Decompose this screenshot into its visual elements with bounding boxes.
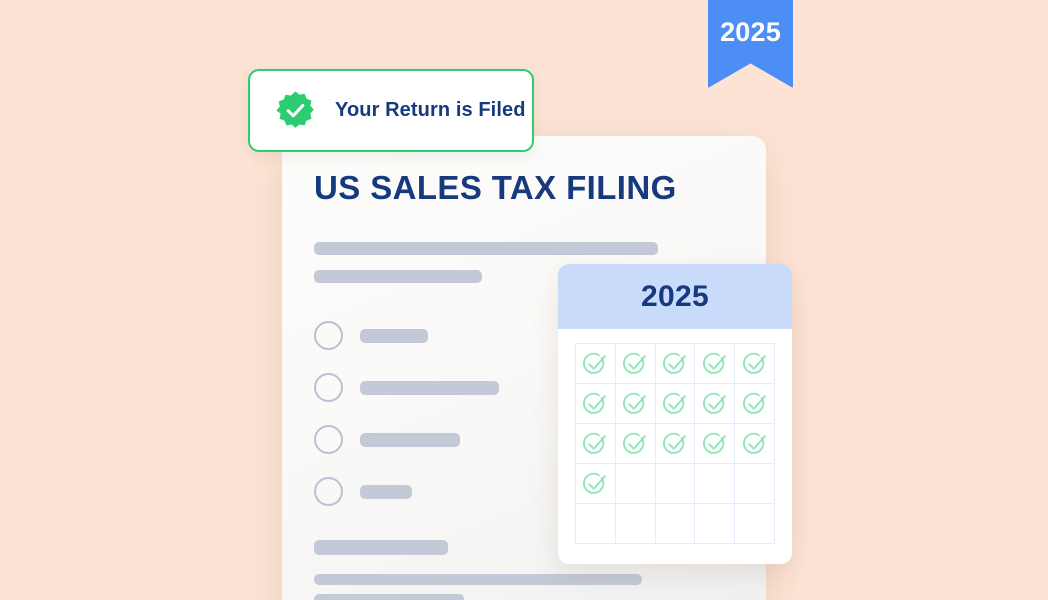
calendar-cell-empty[interactable] <box>615 504 656 544</box>
circle-check-icon <box>583 432 607 454</box>
calendar-cell-empty[interactable] <box>735 464 775 504</box>
calendar-cell-empty[interactable] <box>655 464 696 504</box>
calendar-year-label: 2025 <box>641 279 709 313</box>
circle-check-icon <box>623 432 647 454</box>
circle-check-icon <box>702 432 726 454</box>
calendar-cell-checked[interactable] <box>615 424 656 464</box>
calendar-cell-empty[interactable] <box>615 464 656 504</box>
calendar-cell-empty[interactable] <box>655 504 696 544</box>
placeholder-bar <box>360 484 412 499</box>
calendar-cell-checked[interactable] <box>695 384 736 424</box>
calendar-cell-checked[interactable] <box>735 424 775 464</box>
circle-check-icon <box>702 352 726 374</box>
status-badge: Your Return is Filed <box>248 69 534 152</box>
verified-check-badge-icon <box>276 91 314 128</box>
calendar-cell-checked[interactable] <box>695 344 736 384</box>
calendar-cell-checked[interactable] <box>655 424 696 464</box>
circle-check-icon <box>623 352 647 374</box>
illustration-canvas: US SALES TAX FILING 2025 Your Return is … <box>0 0 1048 600</box>
calendar-grid <box>575 343 775 544</box>
placeholder-bar <box>314 270 482 284</box>
status-badge-label: Your Return is Filed <box>335 99 526 121</box>
calendar-cell-checked[interactable] <box>576 424 616 464</box>
circle-check-icon <box>583 472 607 494</box>
calendar-cell-empty[interactable] <box>576 504 616 544</box>
placeholder-bar <box>314 242 658 256</box>
calendar-cell-checked[interactable] <box>695 424 736 464</box>
circle-check-icon <box>742 352 766 374</box>
calendar-cell-checked[interactable] <box>655 344 696 384</box>
circle-check-icon <box>742 392 766 414</box>
placeholder-bar <box>314 594 464 600</box>
placeholder-bar <box>314 540 448 556</box>
empty-circle-icon[interactable] <box>314 425 343 455</box>
empty-circle-icon[interactable] <box>314 321 343 351</box>
empty-circle-icon[interactable] <box>314 373 343 403</box>
year-ribbon-label: 2025 <box>720 17 781 47</box>
circle-check-icon <box>702 392 726 414</box>
calendar-header: 2025 <box>558 264 792 329</box>
circle-check-icon <box>583 392 607 414</box>
calendar-cell-checked[interactable] <box>615 384 656 424</box>
calendar-cell-checked[interactable] <box>576 464 616 504</box>
empty-circle-icon[interactable] <box>314 477 343 507</box>
circle-check-icon <box>663 392 686 414</box>
calendar-cell-checked[interactable] <box>655 384 696 424</box>
filing-calendar-card: 2025 <box>558 264 792 564</box>
calendar-cell-checked[interactable] <box>735 384 775 424</box>
calendar-cell-checked[interactable] <box>576 384 616 424</box>
circle-check-icon <box>742 432 766 454</box>
calendar-cell-checked[interactable] <box>576 344 616 384</box>
calendar-body <box>558 329 792 564</box>
circle-check-icon <box>623 392 647 414</box>
calendar-cell-checked[interactable] <box>615 344 656 384</box>
circle-check-icon <box>583 352 607 374</box>
calendar-cell-empty[interactable] <box>735 504 775 544</box>
year-ribbon: 2025 <box>708 0 793 88</box>
calendar-cell-checked[interactable] <box>735 344 775 384</box>
circle-check-icon <box>663 352 686 374</box>
placeholder-bar <box>360 380 499 395</box>
calendar-cell-empty[interactable] <box>695 504 736 544</box>
placeholder-bar <box>360 432 460 447</box>
page-title: US SALES TAX FILING <box>314 169 677 206</box>
placeholder-bar <box>314 574 642 586</box>
placeholder-bar <box>360 328 428 343</box>
calendar-cell-empty[interactable] <box>695 464 736 504</box>
circle-check-icon <box>663 432 686 454</box>
